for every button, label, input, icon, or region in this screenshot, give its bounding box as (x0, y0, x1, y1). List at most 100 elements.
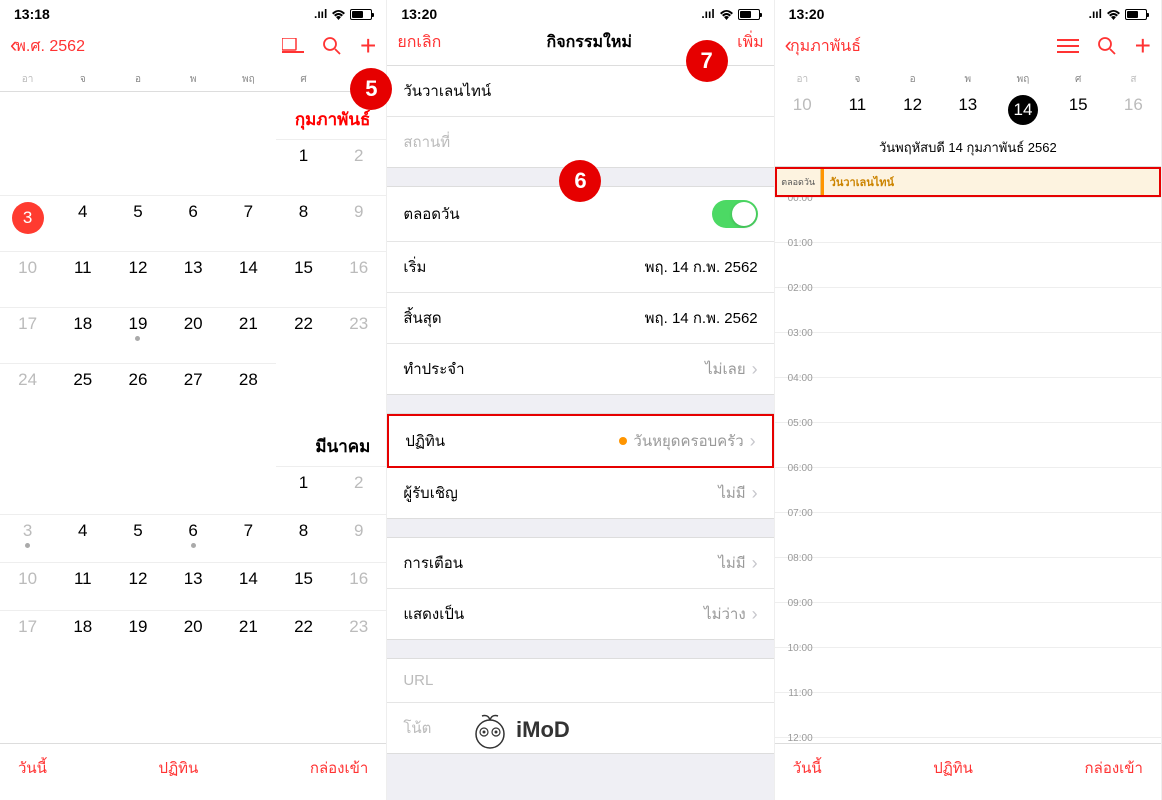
day-cell[interactable]: 27 (166, 363, 221, 419)
allday-event-row[interactable]: ตลอดวัน วันวาเลนไทน์ (775, 167, 1161, 197)
invitees-row[interactable]: ผู้รับเชิญไม่มี› (387, 468, 773, 518)
day-cell[interactable]: 3 (0, 514, 55, 562)
watermark-logo-icon (470, 710, 510, 750)
today-button[interactable]: วันนี้ (18, 756, 47, 780)
week-strip[interactable]: 10 11 12 13 14 15 16 (775, 91, 1161, 133)
search-icon[interactable] (1097, 36, 1117, 56)
day-cell[interactable]: 18 (55, 610, 110, 658)
calendars-button[interactable]: ปฏิทิน (933, 756, 973, 780)
day-cell[interactable]: 23 (331, 307, 386, 363)
day-cell[interactable]: 20 (166, 610, 221, 658)
show-as-row[interactable]: แสดงเป็นไม่ว่าง› (387, 589, 773, 639)
alert-row[interactable]: การเตือนไม่มี› (387, 538, 773, 589)
day-cell[interactable]: 4 (55, 514, 110, 562)
weekday-header: อาจอพพฤศส (0, 72, 386, 92)
status-bar: 13:20 .ııl (387, 0, 773, 24)
day-cell[interactable]: 12 (110, 562, 165, 610)
status-time: 13:20 (401, 6, 437, 22)
day-cell[interactable]: 17 (0, 307, 55, 363)
start-row[interactable]: เริ่มพฤ. 14 ก.พ. 2562 (387, 242, 773, 293)
add-button[interactable]: เพิ่ม (737, 30, 764, 55)
day-cell[interactable]: 21 (221, 307, 276, 363)
chevron-right-icon: › (752, 553, 758, 574)
bottom-toolbar: วันนี้ ปฏิทิน กล่องเข้า (775, 743, 1161, 800)
status-indicators: .ııl (701, 7, 759, 21)
url-input[interactable]: URL (387, 659, 773, 703)
month-title-mar: มีนาคม (0, 419, 386, 466)
day-cell[interactable]: 26 (110, 363, 165, 419)
day-cell[interactable]: 9 (331, 514, 386, 562)
day-cell[interactable]: 19 (110, 610, 165, 658)
day-cell[interactable]: 23 (331, 610, 386, 658)
day-cell[interactable]: 6 (166, 514, 221, 562)
day-cell[interactable]: 13 (166, 562, 221, 610)
allday-toggle[interactable] (712, 200, 758, 228)
signal-icon: .ııl (701, 7, 714, 21)
day-cell[interactable]: 21 (221, 610, 276, 658)
back-button[interactable]: ‹พ.ศ. 2562 (10, 34, 85, 59)
day-cell[interactable]: 15 (276, 562, 331, 610)
day-cell[interactable]: 28 (221, 363, 276, 419)
hour-grid[interactable]: 00:00 01:00 02:00 03:00 04:00 05:00 06:0… (775, 197, 1161, 743)
nav-bar: ‹กุมภาพันธ์ + (775, 24, 1161, 72)
day-cell[interactable]: 10 (0, 251, 55, 307)
day-cell[interactable]: 19 (110, 307, 165, 363)
day-cell[interactable]: 22 (276, 610, 331, 658)
day-cell[interactable]: 15 (276, 251, 331, 307)
day-cell[interactable]: 17 (0, 610, 55, 658)
day-cell[interactable]: 5 (110, 195, 165, 251)
day-cell[interactable]: 18 (55, 307, 110, 363)
notes-input[interactable]: โน้ต (387, 703, 773, 753)
search-icon[interactable] (322, 36, 342, 56)
inbox-button[interactable]: กล่องเข้า (310, 756, 368, 780)
watermark-text: iMoD (516, 717, 570, 743)
nav-bar: ‹พ.ศ. 2562 + (0, 24, 386, 72)
phone-day-view: 13:20 .ııl ‹กุมภาพันธ์ + อาจอพพฤศส 10 11… (775, 0, 1162, 800)
add-icon[interactable]: + (1135, 30, 1151, 62)
view-mode-icon[interactable] (282, 38, 304, 54)
allday-event[interactable]: วันวาเลนไทน์ (821, 169, 1159, 195)
day-cell[interactable]: 8 (276, 195, 331, 251)
day-cell[interactable]: 1 (276, 466, 331, 514)
today-button[interactable]: วันนี้ (793, 756, 822, 780)
bottom-toolbar: วันนี้ ปฏิทิน กล่องเข้า (0, 743, 386, 800)
cancel-button[interactable]: ยกเลิก (397, 30, 441, 55)
day-cell[interactable]: 7 (221, 195, 276, 251)
status-time: 13:18 (14, 6, 50, 22)
day-cell[interactable]: 1 (276, 139, 331, 195)
day-cell[interactable]: 16 (331, 562, 386, 610)
battery-icon (350, 9, 372, 20)
day-cell[interactable]: 5 (110, 514, 165, 562)
day-cell[interactable]: 16 (331, 251, 386, 307)
day-cell[interactable]: 14 (221, 562, 276, 610)
watermark: iMoD (470, 710, 570, 750)
day-cell-today[interactable]: 3 (0, 195, 55, 251)
calendars-button[interactable]: ปฏิทิน (159, 756, 199, 780)
day-cell[interactable]: 14 (221, 251, 276, 307)
day-cell[interactable]: 12 (110, 251, 165, 307)
day-cell[interactable]: 20 (166, 307, 221, 363)
add-icon[interactable]: + (360, 30, 376, 62)
day-cell[interactable]: 7 (221, 514, 276, 562)
list-icon[interactable] (1057, 38, 1079, 54)
day-cell[interactable]: 10 (0, 562, 55, 610)
day-cell[interactable]: 8 (276, 514, 331, 562)
back-button[interactable]: ‹กุมภาพันธ์ (785, 34, 861, 59)
month-scroll[interactable]: กุมภาพันธ์ 1 2 3 4 5 6 7 8 9 10 11 12 13… (0, 92, 386, 743)
phone-month-view: 13:18 .ııl ‹พ.ศ. 2562 + อาจอพพฤศส กุมภาพ… (0, 0, 387, 800)
day-cell[interactable]: 24 (0, 363, 55, 419)
day-cell[interactable]: 25 (55, 363, 110, 419)
day-cell[interactable]: 11 (55, 251, 110, 307)
end-row[interactable]: สิ้นสุดพฤ. 14 ก.พ. 2562 (387, 293, 773, 344)
day-cell[interactable]: 9 (331, 195, 386, 251)
day-cell[interactable]: 4 (55, 195, 110, 251)
day-cell[interactable]: 13 (166, 251, 221, 307)
inbox-button[interactable]: กล่องเข้า (1085, 756, 1143, 780)
day-cell[interactable]: 6 (166, 195, 221, 251)
day-cell[interactable]: 22 (276, 307, 331, 363)
repeat-row[interactable]: ทำประจำไม่เลย› (387, 344, 773, 394)
day-cell[interactable]: 2 (331, 466, 386, 514)
calendar-row[interactable]: ปฏิทิน วันหยุดครอบครัว› (387, 414, 773, 468)
day-cell[interactable]: 11 (55, 562, 110, 610)
day-cell[interactable]: 2 (331, 139, 386, 195)
